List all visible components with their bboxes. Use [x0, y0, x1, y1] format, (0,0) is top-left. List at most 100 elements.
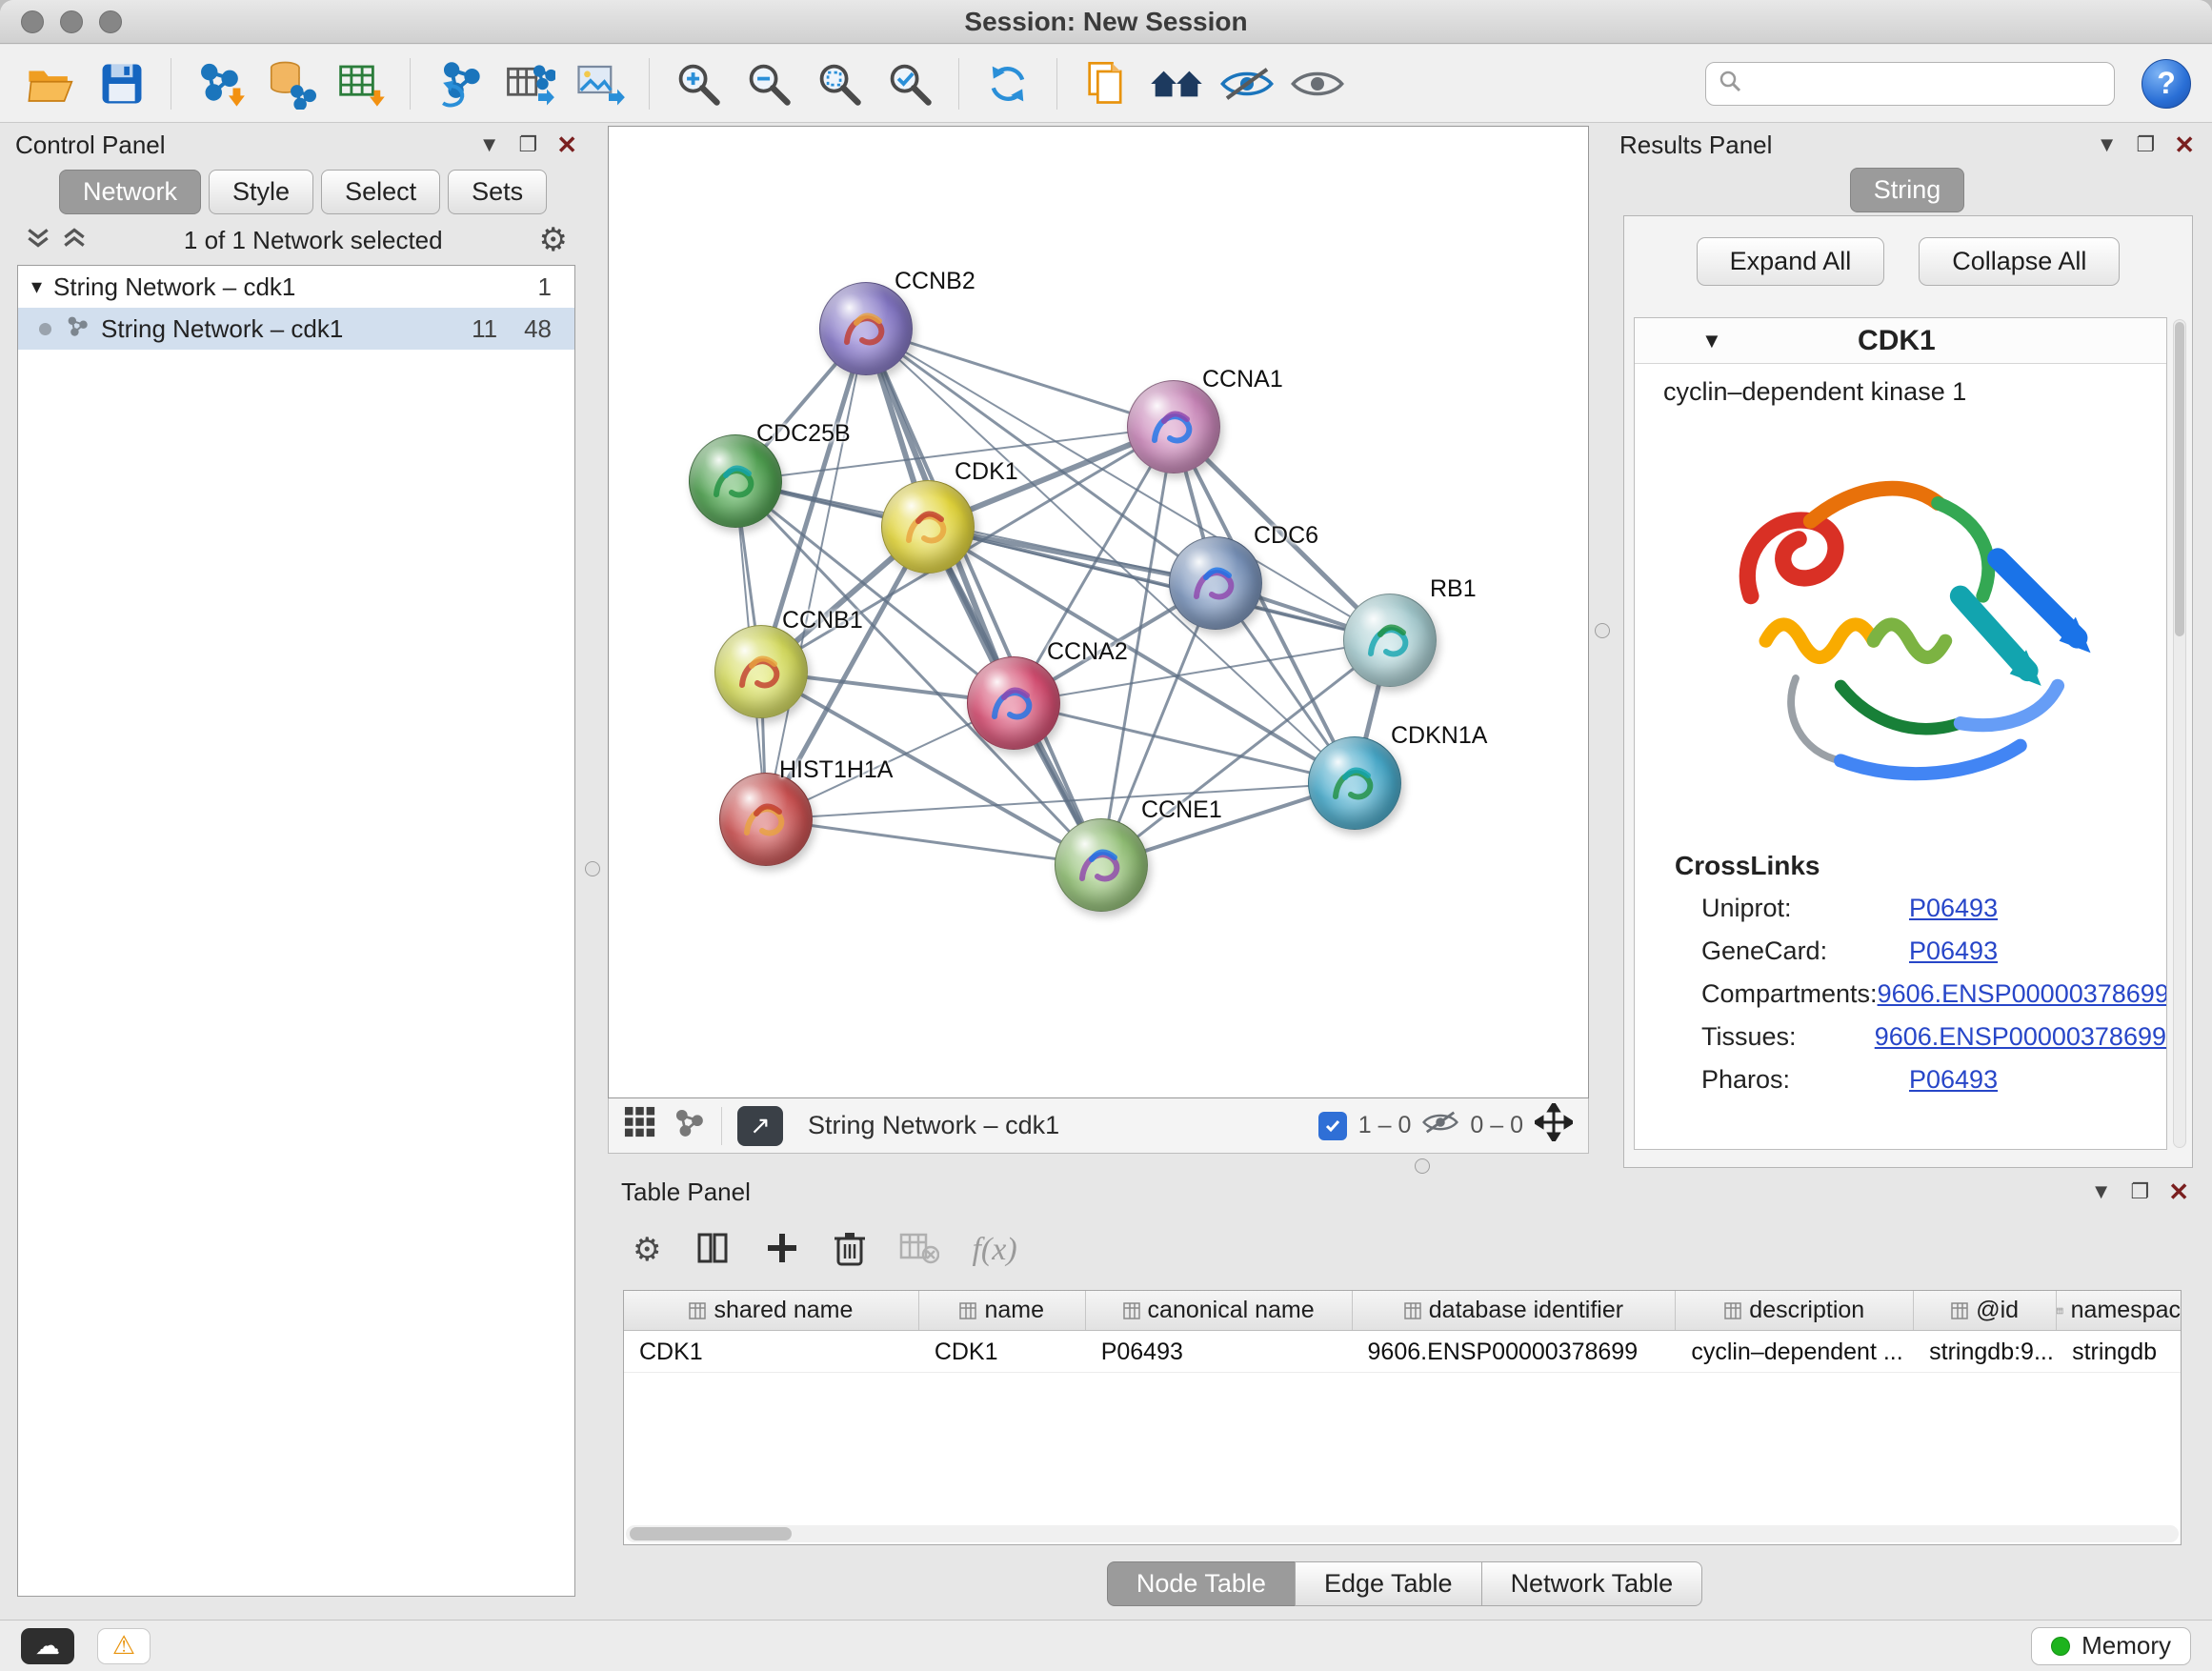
open-session-button[interactable] [21, 53, 82, 114]
network-collection-row[interactable]: ▾ String Network – cdk1 1 [18, 266, 574, 308]
panel-float-icon[interactable]: ❐ [2130, 1181, 2149, 1202]
warnings-button[interactable]: ⚠ [97, 1628, 151, 1664]
tab-style[interactable]: Style [209, 170, 313, 214]
network-node[interactable] [1169, 536, 1262, 630]
right-splitter-handle[interactable] [1595, 623, 1610, 638]
network-node[interactable] [1127, 380, 1220, 473]
column-header[interactable]: name [919, 1291, 1086, 1330]
external-link-icon: ↗ [750, 1111, 771, 1140]
import-table-button[interactable] [331, 53, 392, 114]
close-window-button[interactable] [21, 10, 44, 33]
delete-column-icon[interactable] [833, 1229, 867, 1272]
tab-select[interactable]: Select [321, 170, 440, 214]
memory-button[interactable]: Memory [2031, 1627, 2191, 1665]
cloud-button[interactable]: ☁ [21, 1628, 74, 1664]
pan-crosshair-icon[interactable] [1535, 1103, 1573, 1148]
network-view-canvas[interactable]: CCNB2CCNA1CDC25BCDK1CDC6RB1CCNB1CCNA2CDK… [608, 126, 1589, 1098]
zoom-selected-button[interactable] [879, 53, 940, 114]
birdseye-icon[interactable] [624, 1106, 656, 1145]
table-horizontal-scrollbar[interactable] [626, 1525, 2179, 1542]
column-header[interactable]: description [1676, 1291, 1914, 1330]
tab-edge-table[interactable]: Edge Table [1295, 1561, 1482, 1606]
network-node[interactable] [1343, 594, 1437, 687]
panel-close-icon[interactable]: ✕ [2168, 1179, 2189, 1204]
panel-float-icon[interactable]: ❐ [518, 134, 537, 155]
expand-all-icon[interactable] [61, 225, 88, 256]
collapse-all-icon[interactable] [25, 225, 51, 256]
new-network-from-selection-button[interactable] [429, 53, 490, 114]
export-image-button[interactable] [570, 53, 631, 114]
column-header[interactable]: canonical name [1086, 1291, 1353, 1330]
table-row[interactable]: CDK1 CDK1 P06493 9606.ENSP00000378699 cy… [624, 1331, 2181, 1373]
crosslink-value-link[interactable]: P06493 [1909, 894, 1998, 923]
tab-network[interactable]: Network [59, 170, 201, 214]
expand-all-button[interactable]: Expand All [1697, 237, 1885, 286]
selected-checkbox-icon[interactable] [1318, 1112, 1347, 1140]
zoom-fit-button[interactable] [809, 53, 870, 114]
panel-close-icon[interactable]: ✕ [2174, 132, 2195, 157]
panel-menu-icon[interactable]: ▼ [2097, 134, 2118, 155]
zoom-out-button[interactable] [738, 53, 799, 114]
show-columns-icon[interactable] [694, 1229, 732, 1272]
refresh-button[interactable] [977, 53, 1038, 114]
search-input[interactable] [1752, 69, 2102, 98]
table-cell[interactable]: P06493 [1086, 1331, 1353, 1372]
panel-close-icon[interactable]: ✕ [556, 132, 577, 157]
results-scrollbar[interactable] [2173, 319, 2186, 1148]
network-collection-label: String Network – cdk1 [53, 272, 295, 302]
table-cell[interactable]: CDK1 [624, 1331, 919, 1372]
tab-string[interactable]: String [1850, 168, 1965, 212]
network-share-icon[interactable] [672, 1105, 706, 1146]
tab-node-table[interactable]: Node Table [1107, 1561, 1296, 1606]
panel-menu-icon[interactable]: ▼ [479, 134, 500, 155]
network-node[interactable] [967, 656, 1060, 750]
left-splitter-handle[interactable] [585, 861, 600, 876]
network-node[interactable] [689, 434, 782, 528]
crosslink-value-link[interactable]: 9606.ENSP00000378699 [1878, 979, 2167, 1009]
minimize-window-button[interactable] [60, 10, 83, 33]
home-button[interactable] [1146, 53, 1207, 114]
network-node[interactable] [1055, 818, 1148, 912]
show-all-button[interactable] [1287, 53, 1348, 114]
tab-network-table[interactable]: Network Table [1481, 1561, 1703, 1606]
network-node[interactable] [881, 480, 975, 574]
table-cell[interactable]: cyclin–dependent ... [1676, 1331, 1914, 1372]
network-node[interactable] [819, 282, 913, 375]
open-in-browser-button[interactable]: ↗ [737, 1106, 783, 1146]
hidden-eye-icon[interactable] [1422, 1109, 1458, 1142]
import-network-from-database-button[interactable] [260, 53, 321, 114]
crosslink-value-link[interactable]: P06493 [1909, 936, 1998, 966]
column-header[interactable]: database identifier [1353, 1291, 1677, 1330]
zoom-in-button[interactable] [668, 53, 729, 114]
panel-menu-icon[interactable]: ▼ [2091, 1181, 2112, 1202]
column-header[interactable]: shared name [624, 1291, 919, 1330]
help-button[interactable]: ? [2142, 59, 2191, 109]
gear-icon[interactable]: ⚙ [539, 224, 568, 256]
export-network-button[interactable] [499, 53, 560, 114]
network-row[interactable]: String Network – cdk1 11 48 [18, 308, 574, 350]
crosslink-value-link[interactable]: P06493 [1909, 1065, 1998, 1095]
crosslink-value-link[interactable]: 9606.ENSP00000378699 [1875, 1022, 2166, 1052]
column-header[interactable]: @id [1914, 1291, 2057, 1330]
table-cell[interactable]: stringdb [2057, 1331, 2181, 1372]
table-cell[interactable]: 9606.ENSP00000378699 [1353, 1331, 1677, 1372]
import-network-from-file-button[interactable] [190, 53, 251, 114]
clone-network-button[interactable] [1076, 53, 1136, 114]
card-collapse-icon[interactable]: ▼ [1701, 329, 1722, 353]
column-header[interactable]: namespac [2057, 1291, 2181, 1330]
network-node[interactable] [1308, 736, 1401, 830]
save-session-button[interactable] [91, 53, 152, 114]
tab-sets[interactable]: Sets [448, 170, 547, 214]
panel-float-icon[interactable]: ❐ [2136, 134, 2155, 155]
network-node[interactable] [714, 625, 808, 718]
table-settings-gear-icon[interactable]: ⚙ [633, 1234, 661, 1266]
hide-selected-button[interactable] [1217, 53, 1277, 114]
network-node[interactable] [719, 773, 813, 866]
horizontal-splitter-handle[interactable] [1415, 1158, 1430, 1174]
table-cell[interactable]: stringdb:9... [1914, 1331, 2057, 1372]
table-cell[interactable]: CDK1 [919, 1331, 1086, 1372]
tree-expander-icon[interactable]: ▾ [31, 274, 42, 299]
collapse-all-button[interactable]: Collapse All [1919, 237, 2120, 286]
zoom-window-button[interactable] [99, 10, 122, 33]
add-column-icon[interactable] [764, 1230, 800, 1271]
